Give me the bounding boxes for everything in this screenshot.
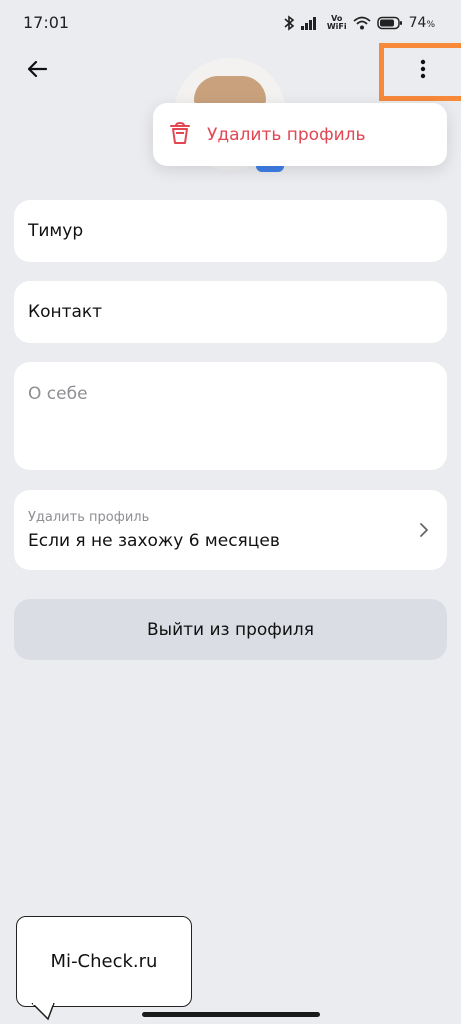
popup-menu: Удалить профиль xyxy=(153,103,447,166)
status-icons: Vo WiFi 74% xyxy=(283,12,435,34)
contact-value: Контакт xyxy=(28,302,103,322)
delete-profile-menu-item[interactable]: Удалить профиль xyxy=(207,125,366,145)
contact-field[interactable]: Контакт xyxy=(14,281,447,343)
vowifi-bottom: WiFi xyxy=(326,22,347,31)
highlight-frame xyxy=(379,43,461,101)
arrow-left-icon xyxy=(27,60,48,78)
battery-percent: 74% xyxy=(409,15,435,31)
name-value: Тимур xyxy=(28,221,84,241)
back-button[interactable] xyxy=(22,54,52,84)
name-field[interactable]: Тимур xyxy=(14,200,447,262)
vowifi-indicator: Vo WiFi xyxy=(327,15,347,31)
watermark-text: Mi-Check.ru xyxy=(50,951,158,972)
delete-setting-label: Удалить профиль xyxy=(28,509,150,525)
about-field[interactable]: О себе xyxy=(14,362,447,470)
home-indicator[interactable] xyxy=(142,1012,320,1017)
battery-value: 74 xyxy=(408,15,427,31)
chevron-right-icon xyxy=(419,522,429,543)
delete-setting-value: Если я не захожу 6 месяцев xyxy=(28,530,280,551)
logout-button[interactable]: Выйти из профиля xyxy=(14,599,447,660)
status-time: 17:01 xyxy=(23,13,70,32)
status-bar: 17:01 Vo WiFi 74% xyxy=(0,0,461,46)
delete-profile-setting[interactable]: Удалить профиль Если я не захожу 6 месяц… xyxy=(14,490,447,570)
trash-icon xyxy=(169,121,191,149)
watermark: Mi-Check.ru xyxy=(16,916,192,1007)
about-placeholder: О себе xyxy=(28,384,88,404)
bluetooth-icon xyxy=(283,15,295,31)
signal-icon xyxy=(300,16,321,30)
battery-unit: % xyxy=(426,20,435,30)
logout-label: Выйти из профиля xyxy=(147,619,314,640)
watermark-tail xyxy=(31,1003,55,1021)
battery-icon xyxy=(376,16,403,30)
wifi-icon xyxy=(353,16,371,30)
